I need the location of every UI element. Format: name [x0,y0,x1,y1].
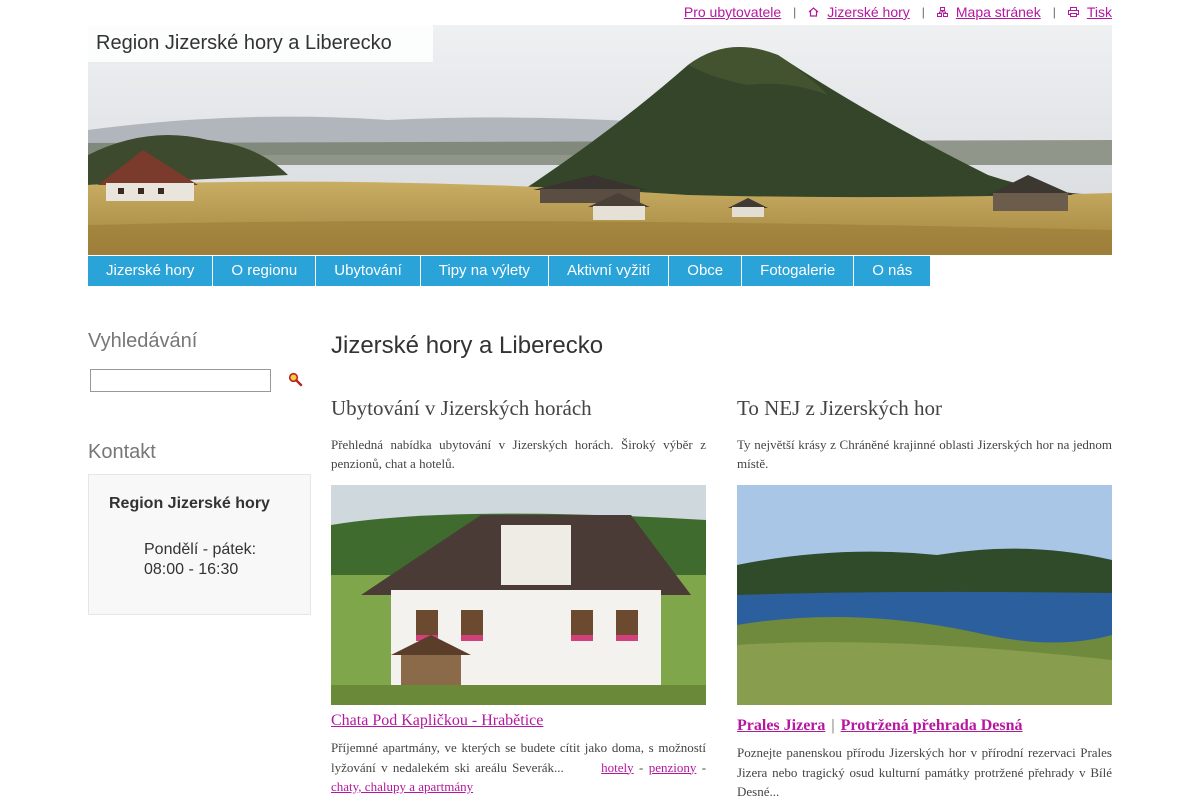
prales-jizera-link[interactable]: Prales Jizera [737,717,825,734]
search-form [88,369,311,397]
office-hours-days: Pondělí - pátek: [144,541,257,558]
search-icon[interactable] [288,372,304,388]
accommodation-description: Příjemné apartmány, ve kterých se budete… [331,738,706,797]
nav-item-jizerske-hory[interactable]: Jizerské hory [88,256,214,286]
contact-organization: Region Jizerské hory [109,495,270,512]
nav-item-tipy-na-vylety[interactable]: Tipy na výlety [421,256,549,286]
highlights-captions: Prales Jizera | Protržená přehrada Desná [737,717,1112,735]
nav-item-o-regionu[interactable]: O regionu [213,256,317,286]
dash-separator: - [701,759,707,775]
contact-box: Region Jizerské hory Pondělí - pátek: 08… [88,474,311,615]
site-title: Region Jizerské hory a Liberecko [88,25,433,62]
pensions-link[interactable]: penziony [649,760,697,775]
contact-heading: Kontakt [88,441,156,463]
main-navigation: Jizerské hory O regionu Ubytování Tipy n… [88,256,931,286]
search-input[interactable] [90,369,271,392]
lake-illustration [737,485,1112,705]
print-link[interactable]: Tisk [1087,4,1112,20]
for-owners-link[interactable]: Pro ubytovatele [684,4,781,20]
caption-separator: | [831,717,835,734]
page-title: Jizerské hory a Liberecko [331,332,604,359]
search-heading: Vyhledávání [88,330,198,352]
nav-item-o-nas[interactable]: O nás [854,256,930,286]
nav-item-ubytovani[interactable]: Ubytování [316,256,421,286]
accommodation-lead: Přehledná nabídka ubytování v Jizerských… [331,437,706,471]
home-icon [808,7,819,17]
cottages-link[interactable]: chaty, chalupy a apartmány [331,779,473,794]
desna-dam-link[interactable]: Protržená přehrada Desná [841,717,1023,734]
highlights-description: Poznejte panenskou přírodu Jizerských ho… [737,745,1112,799]
sitemap-link[interactable]: Mapa stránek [956,4,1041,20]
separator: | [793,5,797,19]
main-content: Jizerské hory a Liberecko Ubytování v Ji… [331,330,1112,799]
separator: | [1052,5,1056,19]
sitemap-icon [936,7,948,17]
separator: | [921,5,925,19]
accommodation-section: Ubytování v Jizerských horách Přehledná … [331,396,706,797]
hotels-link[interactable]: hotely [601,760,634,775]
printer-icon [1067,7,1079,17]
lake-photo[interactable] [737,485,1112,705]
accommodation-caption-link[interactable]: Chata Pod Kapličkou - Hrabětice [331,712,706,730]
nav-item-obce[interactable]: Obce [669,256,743,286]
cottage-illustration [331,485,706,705]
highlights-lead: Ty největší krásy z Chráněné krajinné ob… [737,437,1112,471]
utility-links: Pro ubytovatele | Jizerské hory | Mapa s… [684,0,1112,24]
cottage-photo[interactable] [331,485,706,705]
sidebar: Vyhledávání Kontakt Region Jizerské hory… [88,330,311,615]
dash-separator: - [639,759,644,775]
highlights-section: To NEJ z Jizerských hor Ty největší krás… [737,396,1112,802]
accommodation-heading: Ubytování v Jizerských horách [331,396,592,420]
nav-item-aktivni-vyziti[interactable]: Aktivní vyžití [549,256,670,286]
home-link[interactable]: Jizerské hory [827,4,909,20]
office-hours-time: 08:00 - 16:30 [144,561,239,578]
nav-item-fotogalerie[interactable]: Fotogalerie [742,256,855,286]
office-hours: Pondělí - pátek: 08:00 - 16:30 [144,540,290,580]
highlights-heading: To NEJ z Jizerských hor [737,396,942,420]
